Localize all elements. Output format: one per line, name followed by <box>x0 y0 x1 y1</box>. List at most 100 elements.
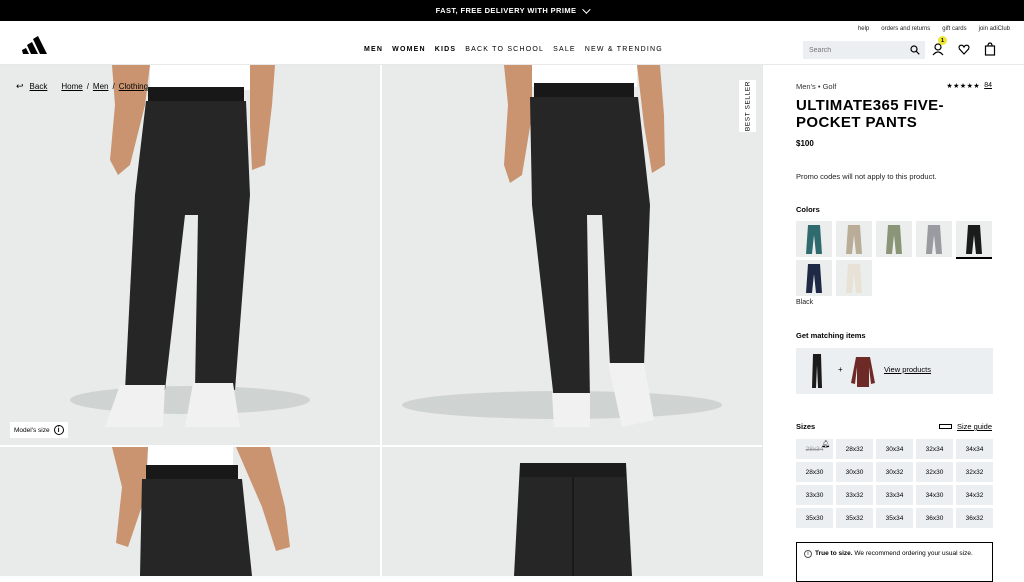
size-option[interactable]: 30x32 <box>876 462 913 482</box>
size-option[interactable]: 35x34 <box>876 508 913 528</box>
size-option[interactable]: 28x30 <box>796 462 833 482</box>
search-icon[interactable] <box>910 45 920 55</box>
heart-icon <box>958 44 970 55</box>
pants-front-illustration <box>70 65 310 427</box>
swatch-pants-icon <box>846 225 862 254</box>
size-option-unavailable[interactable]: 28x34 🔔︎ <box>796 439 833 459</box>
size-option[interactable]: 35x30 <box>796 508 833 528</box>
size-option[interactable]: 33x34 <box>876 485 913 505</box>
breadcrumb-men[interactable]: Men <box>93 82 109 91</box>
size-option[interactable]: 36x32 <box>956 508 993 528</box>
product-category: Men's • Golf <box>796 82 837 91</box>
back-link[interactable]: Back <box>30 82 48 91</box>
selected-color-name: Black <box>796 299 814 306</box>
breadcrumb-home[interactable]: Home <box>61 82 82 91</box>
star-rating-icons: ★★★★★ <box>946 83 981 90</box>
color-swatch[interactable] <box>836 221 872 257</box>
product-price: $100 <box>796 139 814 148</box>
fit-note-text: We recommend ordering your usual size. <box>852 550 973 557</box>
product-image-side[interactable] <box>0 447 380 576</box>
ruler-icon <box>938 424 952 429</box>
pants-back-illustration <box>402 65 722 427</box>
cart-button[interactable] <box>984 42 996 56</box>
gift-cards-link[interactable]: gift cards <box>942 26 966 32</box>
promo-text: FAST, FREE DELIVERY WITH PRIME <box>435 6 577 15</box>
search-input[interactable] <box>809 46 905 54</box>
back-arrow-icon[interactable]: ↩ <box>16 81 24 92</box>
size-option[interactable]: 32x30 <box>916 462 953 482</box>
nav-sale[interactable]: SALE <box>553 46 576 53</box>
model-size-button[interactable]: Model's size i <box>10 422 68 438</box>
header-icons: 1 <box>932 36 996 56</box>
product-image-back[interactable]: BEST SELLER <box>382 65 762 445</box>
join-adiclub-link[interactable]: join adiClub <box>979 26 1010 32</box>
product-image-front[interactable]: ↩ Back Home / Men / Clothing Model's siz… <box>0 65 380 445</box>
breadcrumb: ↩ Back Home / Men / Clothing <box>16 81 148 92</box>
size-guide-label: Size guide <box>956 422 992 431</box>
size-option[interactable]: 33x30 <box>796 485 833 505</box>
review-count-link[interactable]: 84 <box>984 82 992 90</box>
color-swatch[interactable] <box>876 221 912 257</box>
site-header: help orders and returns gift cards join … <box>0 21 1024 65</box>
breadcrumb-separator: / <box>86 82 89 91</box>
rating[interactable]: ★★★★★ 84 <box>946 82 992 90</box>
nav-men[interactable]: MEN <box>364 46 383 53</box>
promo-bar[interactable]: FAST, FREE DELIVERY WITH PRIME <box>0 0 1024 21</box>
swatch-pants-icon <box>846 264 862 293</box>
matching-sweater-thumbnail <box>851 357 875 387</box>
size-option[interactable]: 32x32 <box>956 462 993 482</box>
matching-pants-thumbnail <box>812 354 822 388</box>
help-link[interactable]: help <box>858 26 869 32</box>
main-nav: MEN WOMEN KIDS BACK TO SCHOOL SALE NEW &… <box>364 46 663 53</box>
matching-items-card[interactable]: + View products <box>796 348 993 394</box>
orders-returns-link[interactable]: orders and returns <box>881 26 930 32</box>
bag-icon <box>984 42 996 56</box>
product-image-detail[interactable] <box>382 447 762 576</box>
color-swatch[interactable] <box>836 260 872 296</box>
swatch-pants-icon <box>806 264 822 293</box>
size-option[interactable]: 28x32 <box>836 439 873 459</box>
nav-kids[interactable]: KIDS <box>435 46 457 53</box>
best-seller-label: BEST SELLER <box>744 80 751 132</box>
breadcrumb-separator: / <box>112 82 115 91</box>
sizes-heading: Sizes <box>796 422 816 431</box>
model-size-label: Model's size <box>14 426 50 434</box>
nav-back-to-school[interactable]: BACK TO SCHOOL <box>465 46 544 53</box>
product-title: ULTIMATE365 FIVE-POCKET PANTS <box>796 97 944 131</box>
view-products-link[interactable]: View products <box>884 365 931 374</box>
size-option[interactable]: 32x34 <box>916 439 953 459</box>
color-swatch[interactable] <box>796 260 832 296</box>
size-option[interactable]: 30x30 <box>836 462 873 482</box>
breadcrumb-clothing[interactable]: Clothing <box>119 82 148 91</box>
chevron-down-icon <box>582 4 592 14</box>
size-grid: 28x34 🔔︎ 28x32 30x34 32x34 34x34 28x30 3… <box>796 439 994 528</box>
best-seller-badge: BEST SELLER <box>739 80 756 132</box>
account-button[interactable]: 1 <box>932 36 947 56</box>
color-swatch[interactable] <box>916 221 952 257</box>
size-option[interactable]: 34x32 <box>956 485 993 505</box>
info-icon: i <box>804 550 812 558</box>
nav-women[interactable]: WOMEN <box>392 46 426 53</box>
fit-note-bold: True to size. <box>815 550 853 557</box>
colors-heading: Colors <box>796 205 820 214</box>
info-icon: i <box>53 425 64 435</box>
size-option[interactable]: 34x34 <box>956 439 993 459</box>
search-box <box>803 41 925 59</box>
plus-icon: + <box>838 365 843 374</box>
size-option[interactable]: 35x32 <box>836 508 873 528</box>
nav-new-trending[interactable]: NEW & TRENDING <box>585 46 663 53</box>
adidas-logo[interactable] <box>22 34 54 54</box>
promo-note: Promo codes will not apply to this produ… <box>796 172 937 181</box>
size-option[interactable]: 33x32 <box>836 485 873 505</box>
size-option[interactable]: 34x30 <box>916 485 953 505</box>
notify-bell-icon: 🔔︎ <box>821 441 830 448</box>
product-gallery: ↩ Back Home / Men / Clothing Model's siz… <box>0 65 762 576</box>
pants-side-illustration <box>112 447 290 576</box>
color-swatch-selected[interactable] <box>956 221 992 259</box>
wishlist-button[interactable] <box>958 42 970 56</box>
utility-links: help orders and returns gift cards join … <box>858 26 1010 32</box>
size-option[interactable]: 30x34 <box>876 439 913 459</box>
color-swatch[interactable] <box>796 221 832 257</box>
size-guide-link[interactable]: Size guide <box>938 422 992 431</box>
size-option[interactable]: 36x30 <box>916 508 953 528</box>
